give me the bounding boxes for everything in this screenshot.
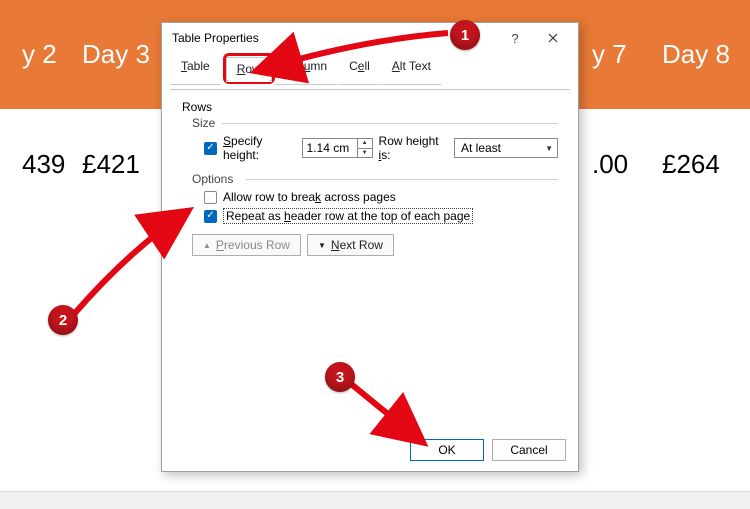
col-day3: Day 3 [60,39,165,70]
step-badge-3: 3 [325,362,355,392]
cell-day2: 439 [0,149,60,180]
cell-day7: .00 [570,149,640,180]
col-day2: y 2 [0,39,60,70]
tab-body-row: Rows Size ✓ Specify height: ▲ ▼ Row heig… [170,89,570,437]
height-spinner[interactable]: ▲ ▼ [302,138,373,158]
previous-row-button[interactable]: ▲ Previous Row [192,234,301,256]
col-day8: Day 8 [640,39,750,70]
page-footer [0,491,750,509]
cell-day3: £421 [60,149,165,180]
options-label: Options [192,172,558,186]
cancel-button[interactable]: Cancel [492,439,566,461]
spinner-down-icon[interactable]: ▼ [358,149,372,158]
ok-button[interactable]: OK [410,439,484,461]
previous-row-label: Previous Row [216,238,290,252]
tab-column[interactable]: Column [275,54,338,85]
next-row-button[interactable]: ▼ Next Row [307,234,394,256]
triangle-down-icon: ▼ [318,241,326,250]
allow-break-checkbox[interactable] [204,191,217,204]
col-day7: y 7 [570,39,640,70]
allow-break-label: Allow row to break across pages [223,190,396,204]
help-button[interactable]: ? [496,26,534,50]
close-button[interactable] [534,26,572,50]
spinner-up-icon[interactable]: ▲ [358,139,372,149]
close-icon [548,33,558,43]
tab-table[interactable]: Table [170,54,221,85]
next-row-label: Next Row [331,238,383,252]
row-height-mode-value: At least [461,141,501,155]
repeat-header-label: Repeat as header row at the top of each … [223,208,473,224]
tab-row[interactable]: Row [226,57,272,82]
cell-day8: £264 [640,149,750,180]
triangle-up-icon: ▲ [203,241,211,250]
step-badge-1: 1 [450,20,480,50]
tab-row-highlight: Row [223,53,275,84]
size-label: Size [192,116,558,130]
row-height-mode-select[interactable]: At least ▼ [454,138,558,158]
rows-label: Rows [182,100,558,114]
height-input[interactable] [303,139,357,157]
specify-height-checkbox[interactable]: ✓ [204,142,217,155]
chevron-down-icon: ▼ [545,144,555,153]
step-badge-2: 2 [48,305,78,335]
specify-height-label: Specify height: [223,134,296,162]
table-properties-dialog: Table Properties ? Table Row Column Cell… [161,22,579,472]
tab-cell[interactable]: Cell [338,54,381,85]
row-height-is-label: Row height is: [379,134,448,162]
dialog-title: Table Properties [172,31,496,45]
repeat-header-checkbox[interactable]: ✓ [204,210,217,223]
dialog-titlebar: Table Properties ? [162,23,578,53]
tab-alt-text[interactable]: Alt Text [381,54,442,85]
dialog-tabs: Table Row Column Cell Alt Text [162,53,578,90]
